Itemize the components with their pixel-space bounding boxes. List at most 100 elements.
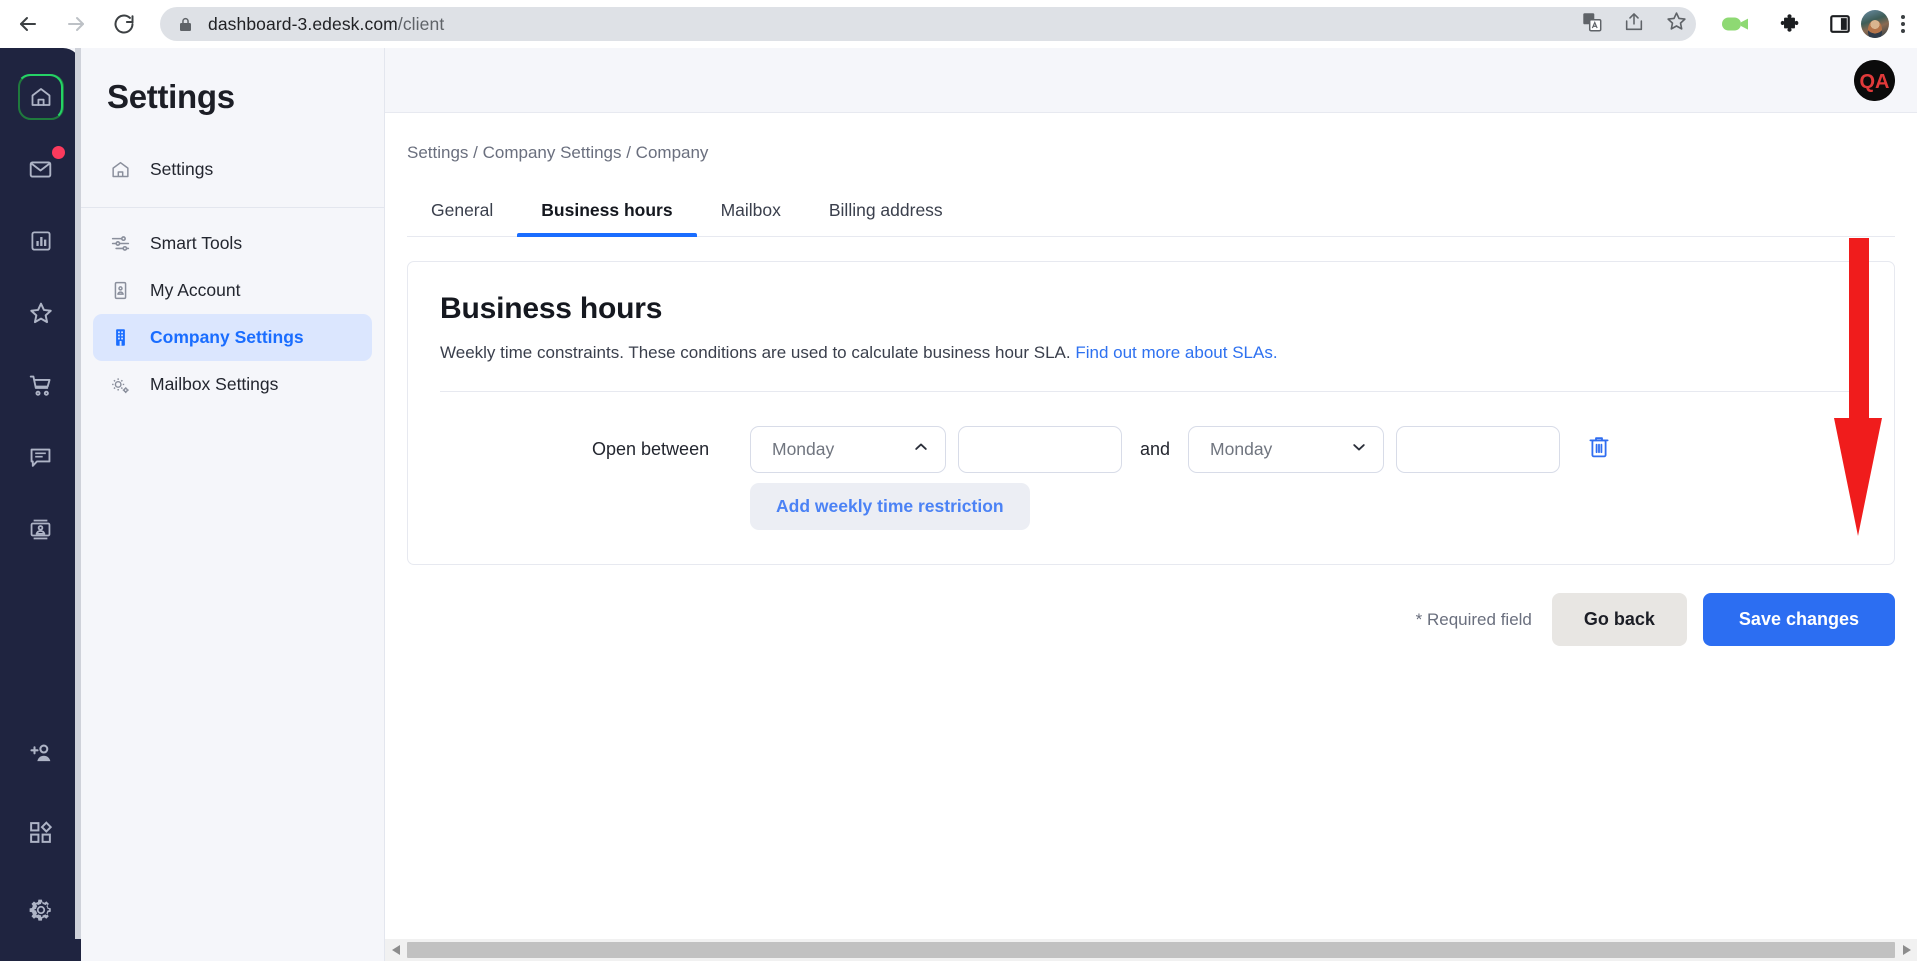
- tab-billing-address[interactable]: Billing address: [805, 200, 967, 236]
- browser-toolbar: dashboard-3.edesk.com/client G: [0, 0, 1917, 48]
- settings-panel-title: Settings: [107, 78, 235, 115]
- translate-icon[interactable]: G: [1581, 11, 1603, 38]
- start-time-group[interactable]: [958, 426, 1122, 473]
- reload-button[interactable]: [104, 4, 144, 44]
- sidebar-item-company-settings[interactable]: Company Settings: [93, 314, 372, 361]
- back-button[interactable]: [8, 4, 48, 44]
- end-time-input[interactable]: [1397, 427, 1560, 472]
- sidebar-item-label: Mailbox Settings: [150, 374, 279, 394]
- caret-right-icon[interactable]: [1895, 939, 1917, 961]
- breadcrumb: Settings / Company Settings / Company: [407, 143, 709, 162]
- add-weekly-time-restriction-button[interactable]: Add weekly time restriction: [750, 483, 1030, 530]
- envelope-icon: [28, 157, 53, 182]
- building-icon: [109, 327, 131, 348]
- sidebar-item-mailbox-settings[interactable]: Mailbox Settings: [93, 361, 372, 408]
- rail-item-live-chat[interactable]: [18, 434, 64, 480]
- star-icon: [28, 300, 54, 326]
- url-path: /client: [397, 13, 445, 34]
- avatar-text: QA: [1860, 71, 1890, 93]
- card-description-text: Weekly time constraints. These condition…: [440, 343, 1071, 362]
- app-window: Settings Settings Smart Tools My Account…: [0, 48, 1917, 961]
- start-day-select[interactable]: Monday: [750, 426, 946, 473]
- bar-chart-icon: [29, 229, 53, 253]
- side-panel-icon[interactable]: [1829, 13, 1851, 35]
- video-camera-icon[interactable]: [1722, 14, 1750, 34]
- sidebar-item-settings[interactable]: Settings: [93, 146, 372, 193]
- arrow-right-icon: [64, 12, 88, 36]
- tab-bar: General Business hours Mailbox Billing a…: [407, 185, 1895, 237]
- rail-item-apps[interactable]: [18, 809, 64, 855]
- horizontal-scrollbar[interactable]: [385, 939, 1917, 961]
- tab-business-hours[interactable]: Business hours: [517, 200, 697, 237]
- rail-item-favourites[interactable]: [18, 290, 64, 336]
- settings-nav-group-main: Smart Tools My Account Company Settings …: [81, 208, 384, 408]
- id-card-icon: [109, 280, 131, 301]
- rail-item-contacts[interactable]: [18, 506, 64, 552]
- url-text: dashboard-3.edesk.com/client: [208, 14, 444, 35]
- tab-mailbox[interactable]: Mailbox: [697, 200, 805, 236]
- content-topbar: QA: [385, 48, 1917, 113]
- trash-icon: [1587, 434, 1611, 465]
- required-field-note: * Required field: [1415, 609, 1532, 629]
- unread-badge: [51, 146, 65, 159]
- chrome-profile-avatar[interactable]: [1861, 10, 1889, 38]
- sidebar-item-smart-tools[interactable]: Smart Tools: [93, 220, 372, 267]
- primary-icon-rail: [0, 48, 81, 961]
- sidebar-item-label: Company Settings: [150, 327, 304, 347]
- caret-left-icon[interactable]: [385, 939, 407, 961]
- arrow-left-icon: [16, 12, 40, 36]
- card-description: Weekly time constraints. These condition…: [440, 343, 1862, 363]
- add-restriction-wrapper: Add weekly time restriction: [440, 483, 1862, 530]
- sidebar-item-label: My Account: [150, 280, 241, 300]
- chevron-down-icon: [1350, 438, 1368, 461]
- forward-button[interactable]: [56, 4, 96, 44]
- main-content: QA Settings / Company Settings / Company…: [385, 48, 1917, 961]
- share-icon[interactable]: [1623, 11, 1645, 38]
- save-changes-button[interactable]: Save changes: [1702, 593, 1895, 646]
- delete-restriction-button[interactable]: [1586, 435, 1612, 465]
- add-person-icon: [28, 741, 54, 767]
- tab-general[interactable]: General: [407, 200, 517, 236]
- rail-item-orders[interactable]: [18, 362, 64, 408]
- start-day-value: Monday: [772, 439, 835, 459]
- end-day-value: Monday: [1210, 439, 1273, 459]
- sidebar-item-my-account[interactable]: My Account: [93, 267, 372, 314]
- rail-item-settings[interactable]: [18, 887, 64, 933]
- page-title: Business hours: [440, 292, 663, 325]
- gear-icon: [28, 897, 54, 923]
- sliders-icon: [109, 233, 131, 254]
- home-icon: [29, 85, 53, 109]
- divider: [440, 391, 1862, 392]
- home-icon: [109, 159, 131, 180]
- puzzle-piece-icon[interactable]: [1778, 13, 1801, 36]
- rail-item-home[interactable]: [17, 73, 64, 120]
- chat-bubble-icon: [28, 445, 53, 470]
- lock-icon: [176, 15, 194, 33]
- kebab-menu-icon[interactable]: [1889, 15, 1917, 33]
- address-bar[interactable]: dashboard-3.edesk.com/client G: [160, 7, 1696, 41]
- conjunction-label: and: [1140, 439, 1171, 459]
- time-restriction-row: Open between Monday and Monday: [440, 426, 1862, 473]
- end-day-select[interactable]: Monday: [1188, 426, 1385, 473]
- star-outline-icon[interactable]: [1665, 10, 1688, 38]
- open-between-label: Open between: [592, 439, 710, 459]
- settings-nav-group-top: Settings: [81, 146, 384, 208]
- extension-icon-group: [1722, 13, 1851, 36]
- start-time-input[interactable]: [959, 427, 1121, 472]
- scrollbar-thumb[interactable]: [407, 942, 1895, 958]
- sidebar-item-label: Settings: [150, 159, 214, 179]
- sla-learn-more-link[interactable]: Find out more about SLAs.: [1075, 343, 1277, 362]
- go-back-button[interactable]: Go back: [1551, 593, 1687, 646]
- gears-icon: [109, 374, 131, 396]
- settings-nav-panel: Settings Settings Smart Tools My Account…: [81, 48, 385, 961]
- avatar[interactable]: QA: [1854, 59, 1895, 101]
- rail-item-mailbox[interactable]: [18, 146, 65, 192]
- rail-item-invite-user[interactable]: [18, 731, 64, 777]
- shopping-cart-icon: [28, 373, 53, 398]
- rail-item-reports[interactable]: [18, 218, 64, 264]
- apps-grid-icon: [28, 820, 53, 845]
- contact-card-icon: [28, 517, 53, 542]
- url-host: dashboard-3.edesk.com: [208, 13, 398, 34]
- end-time-group[interactable]: [1396, 426, 1561, 473]
- chevron-up-icon: [912, 438, 930, 461]
